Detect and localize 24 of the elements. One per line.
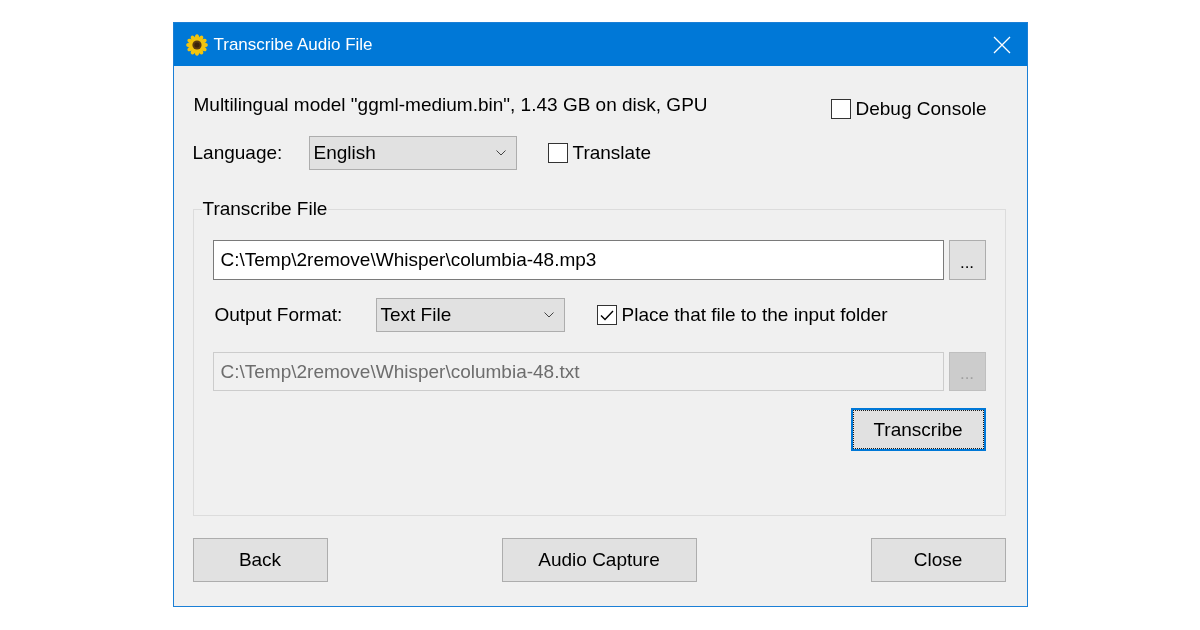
input-file-field[interactable]: C:\Temp\2remove\Whisper\columbia-48.mp3	[212, 240, 944, 280]
language-dropdown[interactable]: English	[308, 136, 517, 170]
transcribe-button[interactable]: Transcribe	[850, 408, 986, 451]
model-info-text: Multilingual model "ggml-medium.bin", 1.43 GB on disk, GPU	[193, 93, 708, 117]
sunflower-icon	[185, 33, 208, 56]
output-format-dropdown[interactable]: Text File	[375, 298, 565, 332]
close-icon	[992, 35, 1011, 54]
chevron-down-icon	[495, 150, 506, 156]
output-format-label: Output Format:	[214, 303, 344, 327]
group-title: Transcribe File	[201, 197, 329, 221]
checkbox[interactable]	[830, 99, 851, 119]
chevron-down-icon	[543, 312, 554, 318]
dialog-button[interactable]: Back	[192, 538, 328, 582]
browse-button[interactable]: ...	[948, 240, 986, 280]
checkmark-icon	[599, 309, 614, 321]
dialog-button[interactable]: Audio Capture	[501, 538, 697, 582]
dialog-button[interactable]: Close	[870, 538, 1006, 582]
checkbox[interactable]	[547, 143, 568, 163]
checkbox-label: Debug Console	[855, 97, 987, 121]
checkbox-label: Place that file to the input folder	[621, 303, 888, 327]
checkbox[interactable]	[596, 305, 617, 325]
checkbox-label: Translate	[572, 141, 651, 165]
language-label: Language:	[192, 141, 284, 165]
window-title: Transcribe Audio File	[213, 34, 373, 55]
